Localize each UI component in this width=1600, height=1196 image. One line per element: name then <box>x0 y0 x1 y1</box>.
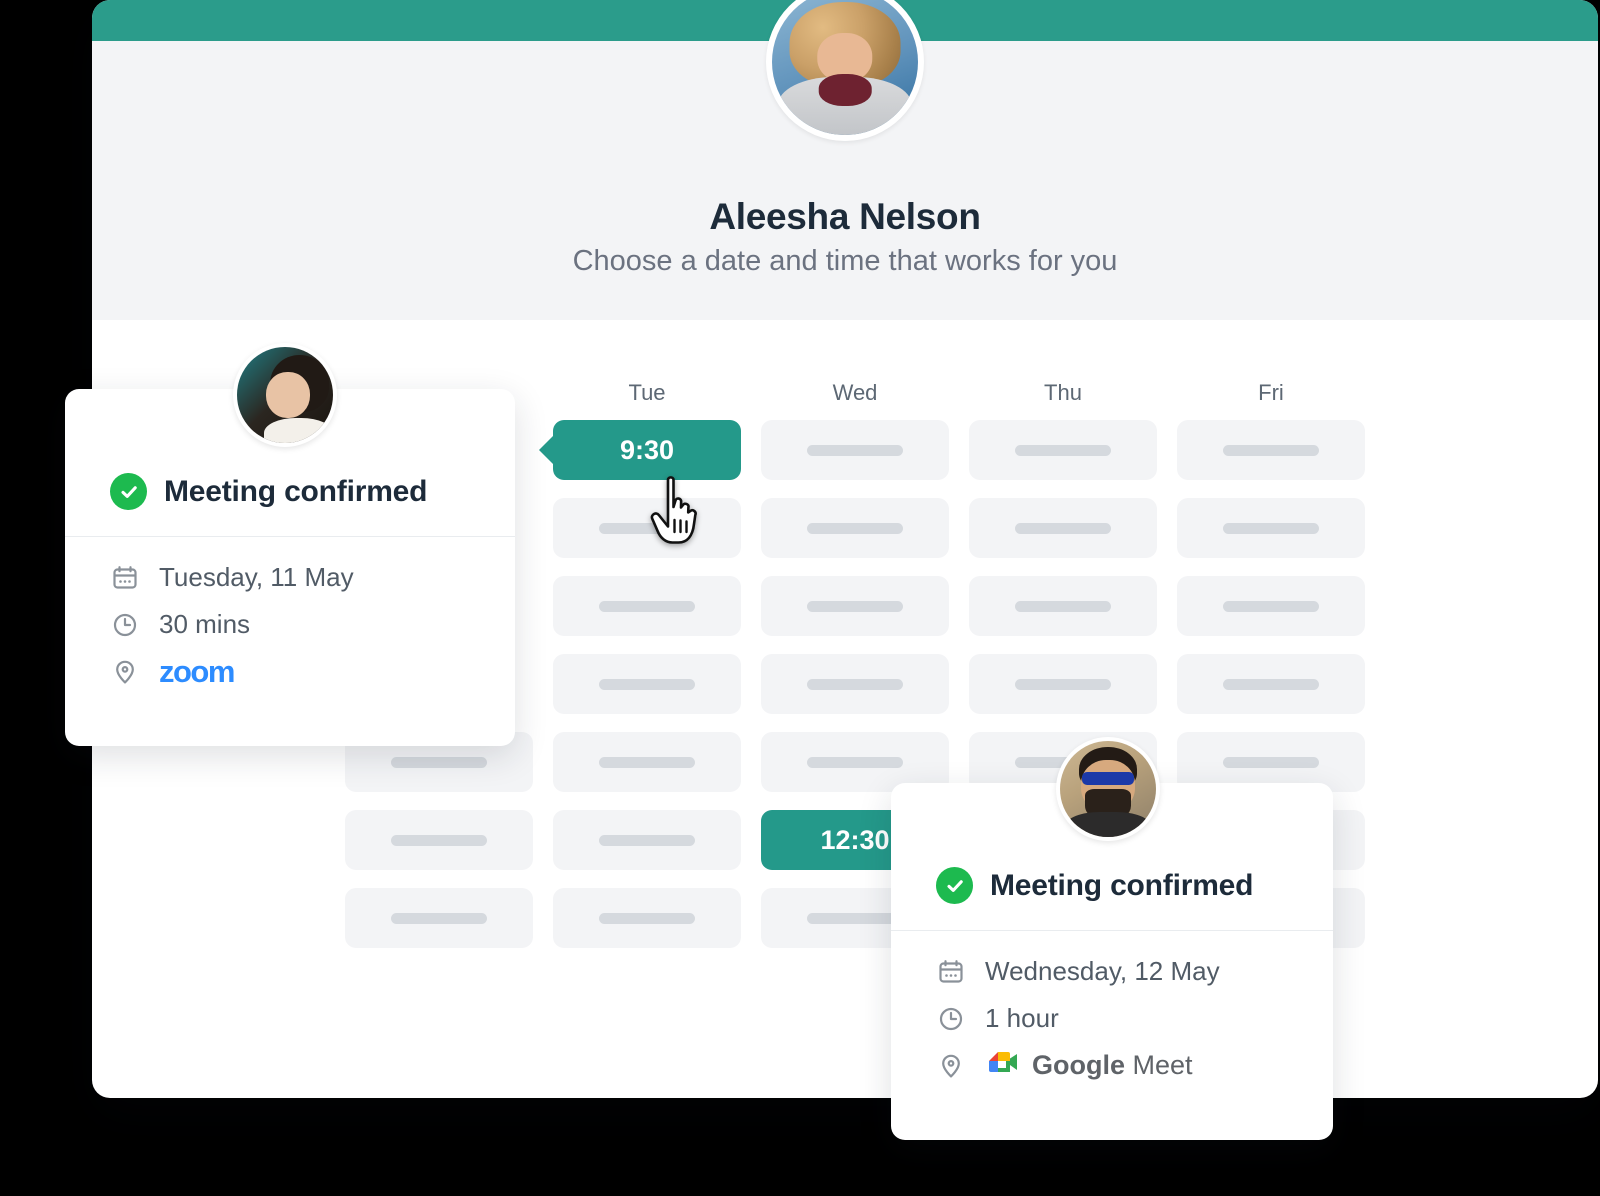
time-slot-placeholder-bar <box>1223 756 1319 768</box>
time-slot[interactable] <box>761 576 949 636</box>
confirmation-title: Meeting confirmed <box>990 869 1254 902</box>
sunglasses-icon <box>1082 771 1134 786</box>
detail-row-location: Google Meet <box>936 1042 1333 1089</box>
time-slot-placeholder-bar <box>1015 600 1111 612</box>
time-slot[interactable] <box>345 888 533 948</box>
attendee-avatar-man <box>1056 737 1160 841</box>
confirmation-title: Meeting confirmed <box>164 475 428 508</box>
page-subtitle: Choose a date and time that works for yo… <box>572 245 1118 277</box>
time-slot[interactable] <box>553 888 741 948</box>
success-check-icon <box>110 473 147 510</box>
screenshot-stage: Aleesha Nelson Choose a date and time th… <box>0 0 1600 1196</box>
time-slot[interactable] <box>1177 576 1365 636</box>
time-slot-placeholder-bar <box>599 522 695 534</box>
day-header-tue: Tue <box>628 380 666 405</box>
google-meet-icon <box>985 1049 1018 1082</box>
detail-row-duration: 30 mins <box>110 601 515 648</box>
meeting-duration: 30 mins <box>159 609 251 639</box>
time-slot[interactable] <box>969 420 1157 480</box>
meeting-duration: 1 hour <box>985 1003 1059 1033</box>
day-header-thu: Thu <box>1044 380 1082 405</box>
time-slot-placeholder-bar <box>807 756 903 768</box>
time-slot-placeholder-bar <box>391 912 487 924</box>
time-slot-placeholder-bar <box>599 600 695 612</box>
detail-row-duration: 1 hour <box>936 995 1333 1042</box>
location-pin-icon <box>936 1051 966 1081</box>
avatar-mouth <box>818 73 872 106</box>
time-slot[interactable] <box>761 420 949 480</box>
time-slot-placeholder-bar <box>599 912 695 924</box>
time-slot-placeholder-bar <box>391 834 487 846</box>
time-slot-placeholder-bar <box>807 444 903 456</box>
google-meet-label: Google Meet <box>1032 1050 1193 1081</box>
time-slot[interactable] <box>553 810 741 870</box>
time-slot-placeholder-bar <box>807 912 903 924</box>
meeting-confirmed-card-right: Meeting confirmed Wednesday, 12 May 1 ho… <box>891 737 1333 1140</box>
time-slot-placeholder-bar <box>1015 678 1111 690</box>
meeting-date: Wednesday, 12 May <box>985 956 1220 986</box>
day-header-fri: Fri <box>1258 380 1284 405</box>
card-details-left: Tuesday, 11 May 30 mins zoom <box>65 554 515 695</box>
time-slot-placeholder-bar <box>1015 522 1111 534</box>
time-slot[interactable] <box>1177 498 1365 558</box>
meeting-date: Tuesday, 11 May <box>159 562 354 592</box>
google-meet-label-bold: Google <box>1032 1050 1125 1080</box>
time-slot[interactable] <box>969 498 1157 558</box>
time-slot-placeholder-bar <box>1223 522 1319 534</box>
time-slot[interactable] <box>969 576 1157 636</box>
time-slot-placeholder-bar <box>391 756 487 768</box>
attendee-avatar-woman <box>233 343 337 447</box>
time-slot-placeholder-bar <box>599 678 695 690</box>
google-meet-lockup: Google Meet <box>985 1049 1193 1082</box>
calendar-icon <box>936 957 966 987</box>
zoom-logo: zoom <box>159 653 235 689</box>
meeting-confirmed-card-left: Meeting confirmed Tuesday, 11 May 30 min… <box>65 343 515 746</box>
time-slot-placeholder-bar <box>1223 678 1319 690</box>
time-slot[interactable] <box>345 810 533 870</box>
clock-icon <box>936 1004 966 1034</box>
detail-row-date: Wednesday, 12 May <box>936 948 1333 995</box>
detail-row-location: zoom <box>110 648 515 695</box>
attendee-avatar-man-photo <box>1060 741 1156 837</box>
time-slot-placeholder-bar <box>599 756 695 768</box>
time-slot-placeholder-bar <box>807 600 903 612</box>
calendar-icon <box>110 563 140 593</box>
detail-row-date: Tuesday, 11 May <box>110 554 515 601</box>
attendee-avatar-woman-photo <box>237 347 333 443</box>
host-avatar <box>766 0 924 141</box>
time-slot[interactable] <box>553 576 741 636</box>
page-title: Aleesha Nelson <box>709 196 981 237</box>
success-check-icon <box>936 867 973 904</box>
profile-header: Aleesha Nelson Choose a date and time th… <box>92 0 1598 320</box>
time-slot[interactable] <box>761 498 949 558</box>
time-slot[interactable] <box>1177 654 1365 714</box>
time-slot[interactable] <box>1177 420 1365 480</box>
time-slot-placeholder-bar <box>1223 600 1319 612</box>
time-slot-placeholder-bar <box>1223 444 1319 456</box>
time-slot-placeholder-bar <box>807 522 903 534</box>
time-slot-placeholder-bar <box>1015 444 1111 456</box>
google-meet-label-light: Meet <box>1125 1050 1193 1080</box>
time-slot[interactable] <box>553 498 741 558</box>
host-avatar-photo <box>772 0 918 135</box>
time-slot[interactable] <box>553 732 741 792</box>
time-slot[interactable] <box>761 654 949 714</box>
time-slot-selected[interactable]: 9:30 <box>553 420 741 480</box>
day-header-wed: Wed <box>832 380 878 405</box>
location-pin-icon <box>110 657 140 687</box>
time-slot-placeholder-bar <box>807 678 903 690</box>
avatar-shirt <box>1065 812 1151 837</box>
time-slot[interactable] <box>969 654 1157 714</box>
card-details-right: Wednesday, 12 May 1 hour Google Meet <box>891 948 1333 1089</box>
time-slot-placeholder-bar <box>599 834 695 846</box>
time-slot[interactable] <box>553 654 741 714</box>
avatar-collar <box>263 418 333 443</box>
clock-icon <box>110 610 140 640</box>
